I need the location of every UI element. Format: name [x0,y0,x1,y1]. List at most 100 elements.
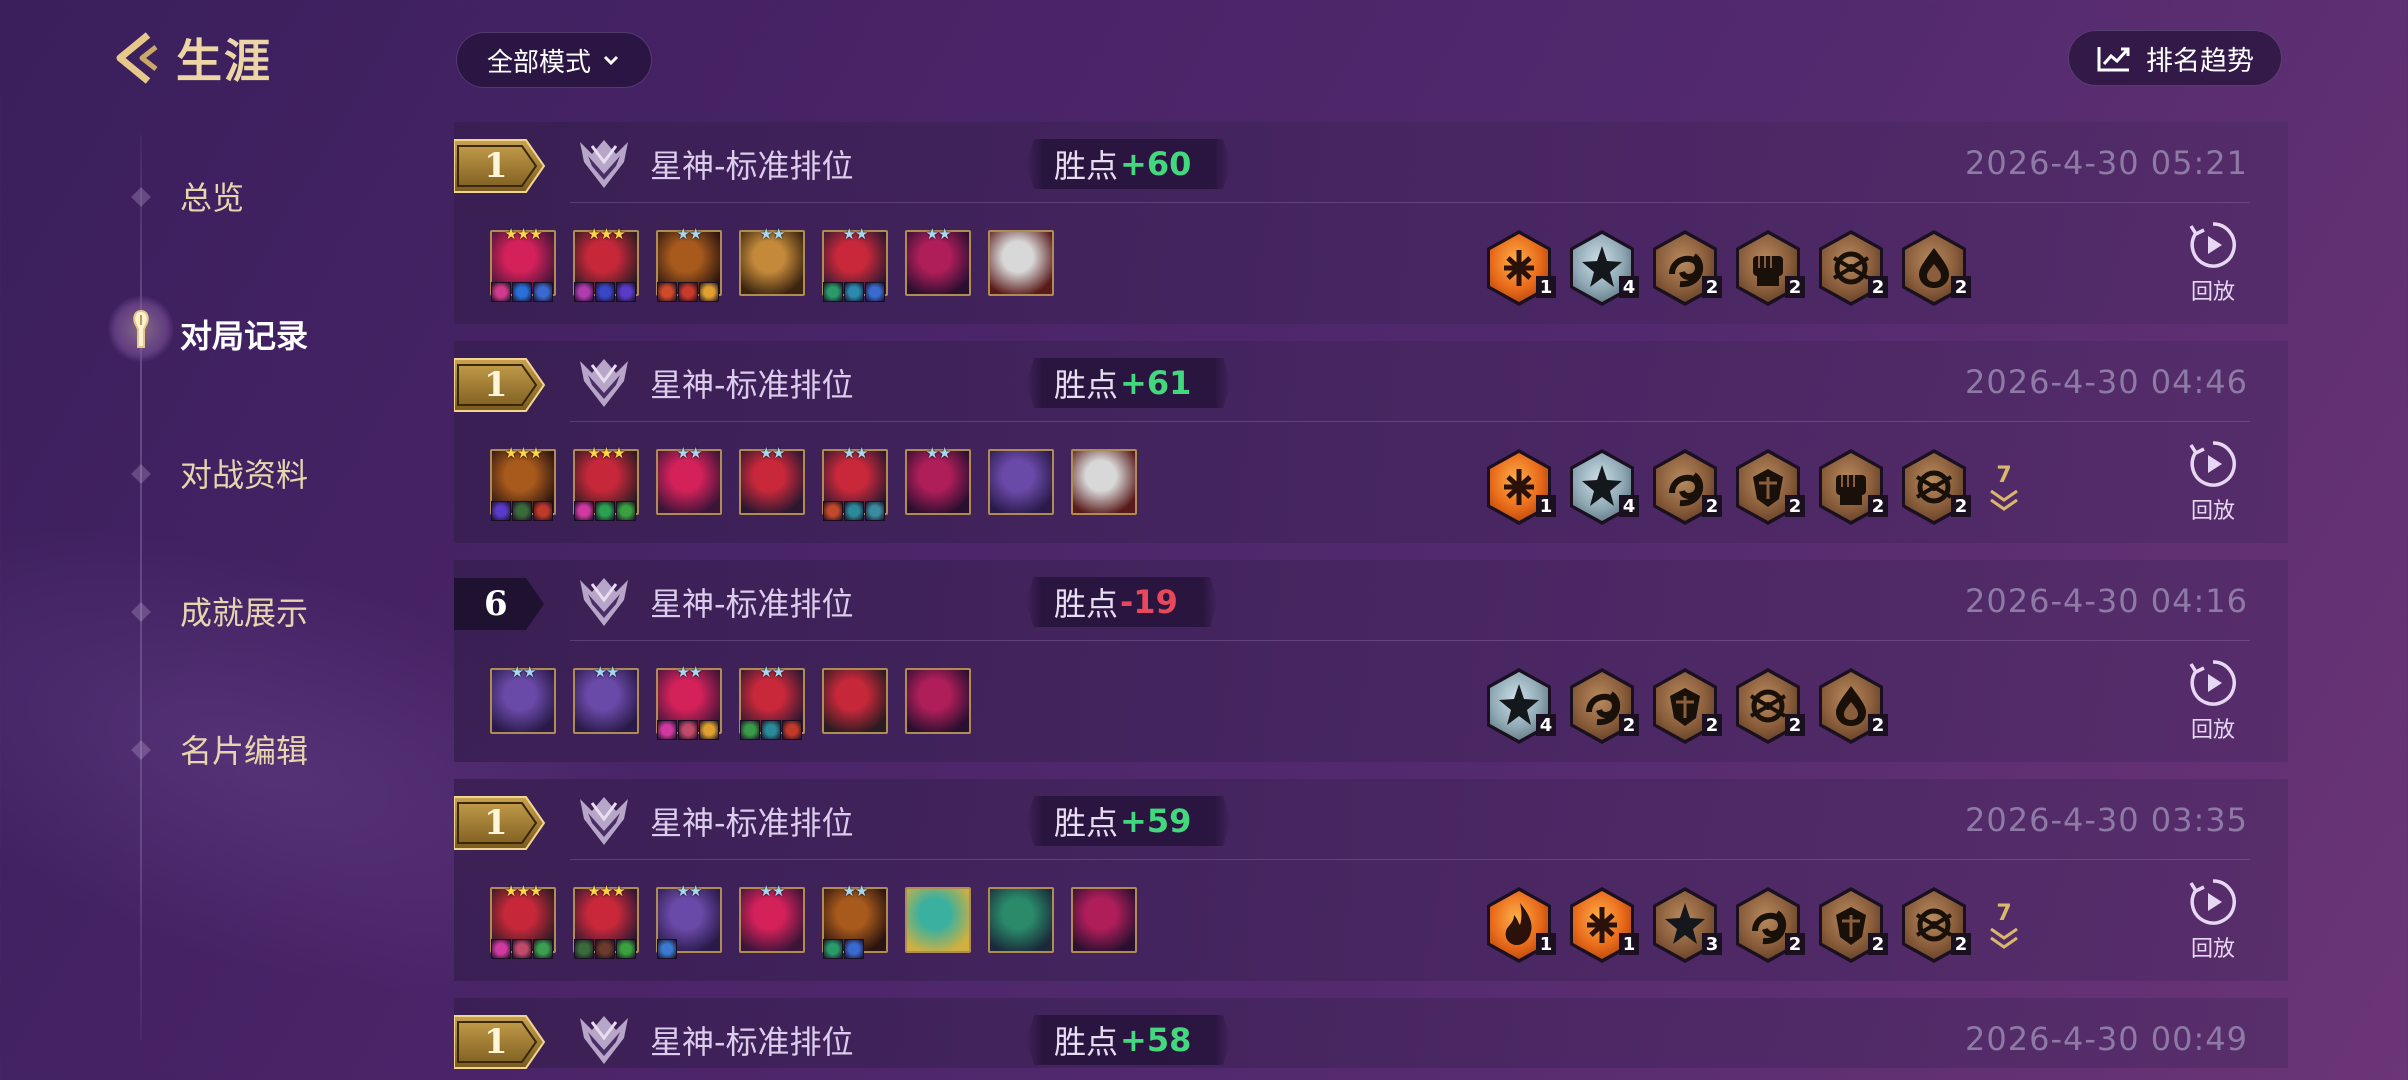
champion-unit[interactable] [905,668,971,748]
item-icon [823,501,843,521]
replay-button[interactable]: 回放 [2178,877,2248,967]
champion-unit[interactable]: ★★★ [573,445,639,529]
trait-count: 4 [1619,495,1639,517]
trait-badge[interactable]: 2 [1816,447,1888,527]
more-traits-button[interactable]: 7 [1982,885,2026,965]
champion-unit[interactable]: ★★★ [490,226,556,310]
champion-unit[interactable] [988,230,1054,310]
trait-badge[interactable]: 4 [1484,666,1556,746]
trait-badge[interactable]: 2 [1899,228,1971,308]
champion-unit[interactable]: ★★★ [490,445,556,529]
champion-unit[interactable]: ★★ [905,226,971,310]
trait-badge[interactable]: 2 [1899,447,1971,527]
trait-badge[interactable]: 1 [1484,447,1556,527]
item-icon [844,939,864,959]
champion-unit[interactable] [822,668,888,748]
champion-unit[interactable]: ★★ [656,445,722,529]
champion-unit[interactable]: ★★ [573,664,639,748]
trait-badge[interactable]: 4 [1567,228,1639,308]
trait-badge[interactable]: 3 [1650,885,1722,965]
champion-unit[interactable] [1071,449,1137,529]
star-level: ★★ [842,225,869,243]
champion-unit[interactable]: ★★★ [490,883,556,967]
star-level: ★★ [925,444,952,462]
sidebar-item-battle-stats[interactable]: 对战资料 [180,449,308,497]
trait-count: 2 [1868,495,1888,517]
champion-unit[interactable]: ★★ [739,445,805,529]
champion-unit[interactable]: ★★ [739,226,805,310]
lp-label: 胜点 [1054,366,1119,404]
item-icon [595,939,615,959]
back-button[interactable]: 生涯 [108,26,272,90]
item-icon [657,939,677,959]
item-icon [823,282,843,302]
champion-unit[interactable] [988,887,1054,967]
item-list [739,720,802,740]
item-icon [491,939,511,959]
champion-unit[interactable]: ★★★ [573,226,639,310]
star-level: ★★ [759,663,786,681]
champion-unit[interactable]: ★★ [656,883,722,967]
trait-badge[interactable]: 2 [1816,666,1888,746]
trait-badge[interactable]: 2 [1650,666,1722,746]
replay-button[interactable]: 回放 [2178,658,2248,748]
trait-badge[interactable]: 2 [1567,666,1639,746]
trait-badge[interactable]: 2 [1816,885,1888,965]
star-level: ★★ [759,882,786,900]
trait-badge[interactable]: 1 [1484,885,1556,965]
trait-badge[interactable]: 1 [1567,885,1639,965]
champion-unit[interactable]: ★★ [822,226,888,310]
item-icon [844,501,864,521]
match-mode: 星神-标准排位 [650,147,854,185]
trait-badge[interactable]: 2 [1816,228,1888,308]
mode-filter-dropdown[interactable]: 全部模式 [456,32,652,88]
trait-badge[interactable]: 2 [1650,447,1722,527]
unit-list: ★★★ ★★★ ★★ ★★ ★★ ★★ [490,445,1137,529]
trait-badge[interactable]: 2 [1733,666,1805,746]
trait-badge[interactable]: 2 [1733,228,1805,308]
trait-badge[interactable]: 2 [1650,228,1722,308]
sidebar-item-card-edit[interactable]: 名片编辑 [180,725,308,773]
champion-portrait [1071,887,1137,953]
lp-change: 胜点 +60 [1026,139,1232,189]
champion-unit[interactable]: ★★ [656,664,722,748]
champion-unit[interactable]: ★★★ [573,883,639,967]
trait-badge[interactable]: 1 [1484,228,1556,308]
star-level: ★★ [676,882,703,900]
champion-unit[interactable] [1071,887,1137,967]
champion-unit[interactable] [988,449,1054,529]
sidebar-item-achievements[interactable]: 成就展示 [180,587,308,635]
match-mode: 星神-标准排位 [650,1023,854,1061]
champion-unit[interactable]: ★★ [656,226,722,310]
item-icon [595,501,615,521]
champion-unit[interactable]: ★★ [822,445,888,529]
sidebar-item-overview[interactable]: 总览 [180,172,244,220]
champion-unit[interactable]: ★★ [739,664,805,748]
champion-unit[interactable]: ★★ [739,883,805,967]
trait-count: 2 [1868,714,1888,736]
trait-count: 2 [1702,276,1722,298]
sidebar-item-match-history[interactable]: 对局记录 [180,310,308,358]
rank-trend-button[interactable]: 排名趋势 [2068,30,2282,86]
champion-unit[interactable]: ★★ [490,664,556,748]
item-icon [574,282,594,302]
item-icon [823,939,843,959]
trait-badge[interactable]: 2 [1733,885,1805,965]
trait-badge[interactable]: 2 [1733,447,1805,527]
champion-unit[interactable]: ★★ [905,445,971,529]
trait-badge[interactable]: 4 [1567,447,1639,527]
more-traits-button[interactable]: 7 [1982,447,2026,527]
replay-button[interactable]: 回放 [2178,439,2248,529]
champion-unit[interactable] [905,887,971,967]
champion-unit[interactable]: ★★ [822,883,888,967]
replay-button[interactable]: 回放 [2178,220,2248,310]
match-card: 1 星神-标准排位 胜点 +58 2026-4-30 00:49 [454,998,2288,1069]
nav-dot [131,602,151,622]
match-date: 2026-4-30 04:46 [1965,363,2248,401]
trait-list: 1 4 2 2 2 2 [1484,228,1971,308]
replay-label: 回放 [2190,280,2235,305]
trait-badge[interactable]: 2 [1899,885,1971,965]
champion-portrait [988,449,1054,515]
match-card: 1 星神-标准排位 胜点 +59 2026-4-30 03:35 ★★★ ★★★ ★★ ★★ ★★… [454,779,2288,981]
champion-portrait [822,668,888,734]
